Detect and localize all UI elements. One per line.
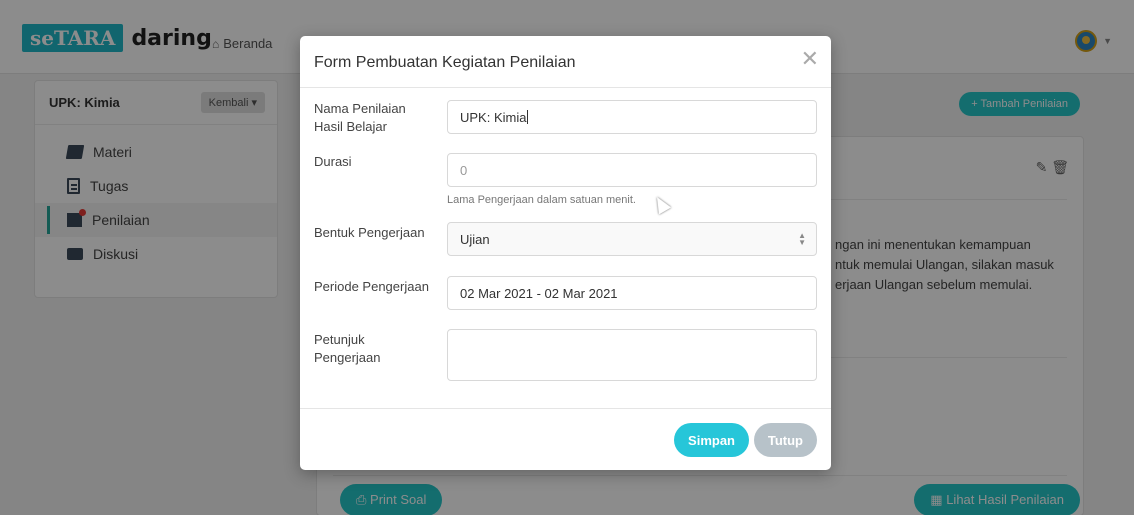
modal-header: Form Pembuatan Kegiatan Penilaian ✕ xyxy=(300,36,831,88)
assessment-name-value: UPK: Kimia xyxy=(460,109,527,125)
form-type-select[interactable]: Ujian ▲ ▼ xyxy=(447,222,817,256)
field-duration-label: Durasi xyxy=(314,154,352,169)
field-name-label: Nama Penilaian Hasil Belajar xyxy=(314,101,406,134)
modal-title: Form Pembuatan Kegiatan Penilaian xyxy=(314,54,576,71)
period-value: 02 Mar 2021 - 02 Mar 2021 xyxy=(460,285,618,301)
period-input[interactable]: 02 Mar 2021 - 02 Mar 2021 xyxy=(447,276,817,310)
text-cursor xyxy=(527,110,529,124)
duration-placeholder: 0 xyxy=(460,162,468,178)
field-period-label: Periode Pengerjaan xyxy=(314,279,429,294)
close-button[interactable]: Tutup xyxy=(753,423,817,457)
assessment-form-modal: Form Pembuatan Kegiatan Penilaian ✕ Nama… xyxy=(300,36,831,470)
save-button[interactable]: Simpan xyxy=(674,423,749,457)
duration-input[interactable]: 0 xyxy=(447,153,817,187)
select-arrows-icon: ▲ ▼ xyxy=(798,231,806,247)
field-instructions-label: Petunjuk Pengerjaan xyxy=(314,332,381,365)
field-form-label: Bentuk Pengerjaan xyxy=(314,225,425,240)
duration-help-text: Lama Pengerjaan dalam satuan menit. xyxy=(447,194,636,206)
instructions-textarea[interactable] xyxy=(447,329,817,381)
assessment-name-input[interactable]: UPK: Kimia xyxy=(447,100,817,134)
form-type-value: Ujian xyxy=(460,231,490,247)
modal-footer: Simpan Tutup xyxy=(300,408,831,470)
close-icon[interactable]: ✕ xyxy=(801,48,819,72)
